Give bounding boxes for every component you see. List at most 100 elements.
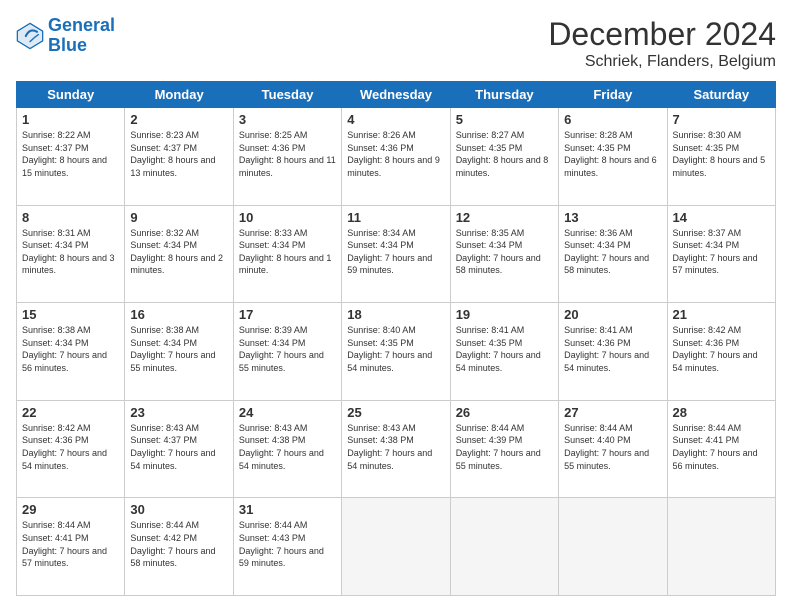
day-cell: 22 Sunrise: 8:42 AM Sunset: 4:36 PM Dayl… bbox=[17, 400, 125, 498]
day-cell: 23 Sunrise: 8:43 AM Sunset: 4:37 PM Dayl… bbox=[125, 400, 233, 498]
day-cell: 7 Sunrise: 8:30 AM Sunset: 4:35 PM Dayli… bbox=[667, 108, 775, 206]
day-info: Sunrise: 8:27 AM Sunset: 4:35 PM Dayligh… bbox=[456, 129, 553, 179]
logo-line1: General bbox=[48, 15, 115, 35]
day-info: Sunrise: 8:32 AM Sunset: 4:34 PM Dayligh… bbox=[130, 227, 227, 277]
day-info: Sunrise: 8:36 AM Sunset: 4:34 PM Dayligh… bbox=[564, 227, 661, 277]
day-cell: 1 Sunrise: 8:22 AM Sunset: 4:37 PM Dayli… bbox=[17, 108, 125, 206]
logo-text: General Blue bbox=[48, 16, 115, 56]
day-info: Sunrise: 8:43 AM Sunset: 4:37 PM Dayligh… bbox=[130, 422, 227, 472]
day-number: 23 bbox=[130, 405, 227, 420]
day-cell: 4 Sunrise: 8:26 AM Sunset: 4:36 PM Dayli… bbox=[342, 108, 450, 206]
day-info: Sunrise: 8:33 AM Sunset: 4:34 PM Dayligh… bbox=[239, 227, 336, 277]
header: General Blue December 2024 Schriek, Flan… bbox=[16, 16, 776, 71]
page: General Blue December 2024 Schriek, Flan… bbox=[0, 0, 792, 612]
day-cell: 31 Sunrise: 8:44 AM Sunset: 4:43 PM Dayl… bbox=[233, 498, 341, 596]
day-info: Sunrise: 8:35 AM Sunset: 4:34 PM Dayligh… bbox=[456, 227, 553, 277]
day-header-friday: Friday bbox=[559, 82, 667, 108]
day-cell: 6 Sunrise: 8:28 AM Sunset: 4:35 PM Dayli… bbox=[559, 108, 667, 206]
day-cell: 15 Sunrise: 8:38 AM Sunset: 4:34 PM Dayl… bbox=[17, 303, 125, 401]
calendar: SundayMondayTuesdayWednesdayThursdayFrid… bbox=[16, 81, 776, 596]
day-info: Sunrise: 8:44 AM Sunset: 4:43 PM Dayligh… bbox=[239, 519, 336, 569]
day-number: 16 bbox=[130, 307, 227, 322]
day-number: 22 bbox=[22, 405, 119, 420]
day-cell: 30 Sunrise: 8:44 AM Sunset: 4:42 PM Dayl… bbox=[125, 498, 233, 596]
day-header-thursday: Thursday bbox=[450, 82, 558, 108]
day-info: Sunrise: 8:44 AM Sunset: 4:41 PM Dayligh… bbox=[22, 519, 119, 569]
week-row-2: 8 Sunrise: 8:31 AM Sunset: 4:34 PM Dayli… bbox=[17, 205, 776, 303]
day-info: Sunrise: 8:39 AM Sunset: 4:34 PM Dayligh… bbox=[239, 324, 336, 374]
day-info: Sunrise: 8:22 AM Sunset: 4:37 PM Dayligh… bbox=[22, 129, 119, 179]
day-info: Sunrise: 8:26 AM Sunset: 4:36 PM Dayligh… bbox=[347, 129, 444, 179]
day-number: 26 bbox=[456, 405, 553, 420]
day-number: 9 bbox=[130, 210, 227, 225]
day-cell: 11 Sunrise: 8:34 AM Sunset: 4:34 PM Dayl… bbox=[342, 205, 450, 303]
day-number: 2 bbox=[130, 112, 227, 127]
day-info: Sunrise: 8:43 AM Sunset: 4:38 PM Dayligh… bbox=[239, 422, 336, 472]
day-info: Sunrise: 8:42 AM Sunset: 4:36 PM Dayligh… bbox=[673, 324, 770, 374]
day-header-saturday: Saturday bbox=[667, 82, 775, 108]
day-info: Sunrise: 8:23 AM Sunset: 4:37 PM Dayligh… bbox=[130, 129, 227, 179]
day-number: 12 bbox=[456, 210, 553, 225]
day-cell: 13 Sunrise: 8:36 AM Sunset: 4:34 PM Dayl… bbox=[559, 205, 667, 303]
day-info: Sunrise: 8:44 AM Sunset: 4:39 PM Dayligh… bbox=[456, 422, 553, 472]
day-info: Sunrise: 8:37 AM Sunset: 4:34 PM Dayligh… bbox=[673, 227, 770, 277]
day-cell: 28 Sunrise: 8:44 AM Sunset: 4:41 PM Dayl… bbox=[667, 400, 775, 498]
day-info: Sunrise: 8:44 AM Sunset: 4:41 PM Dayligh… bbox=[673, 422, 770, 472]
day-info: Sunrise: 8:40 AM Sunset: 4:35 PM Dayligh… bbox=[347, 324, 444, 374]
day-cell: 25 Sunrise: 8:43 AM Sunset: 4:38 PM Dayl… bbox=[342, 400, 450, 498]
day-number: 21 bbox=[673, 307, 770, 322]
week-row-3: 15 Sunrise: 8:38 AM Sunset: 4:34 PM Dayl… bbox=[17, 303, 776, 401]
day-cell: 27 Sunrise: 8:44 AM Sunset: 4:40 PM Dayl… bbox=[559, 400, 667, 498]
day-cell: 3 Sunrise: 8:25 AM Sunset: 4:36 PM Dayli… bbox=[233, 108, 341, 206]
day-cell: 24 Sunrise: 8:43 AM Sunset: 4:38 PM Dayl… bbox=[233, 400, 341, 498]
day-cell: 21 Sunrise: 8:42 AM Sunset: 4:36 PM Dayl… bbox=[667, 303, 775, 401]
calendar-header-row: SundayMondayTuesdayWednesdayThursdayFrid… bbox=[17, 82, 776, 108]
logo: General Blue bbox=[16, 16, 115, 56]
day-number: 29 bbox=[22, 502, 119, 517]
day-cell: 8 Sunrise: 8:31 AM Sunset: 4:34 PM Dayli… bbox=[17, 205, 125, 303]
day-number: 25 bbox=[347, 405, 444, 420]
day-cell: 14 Sunrise: 8:37 AM Sunset: 4:34 PM Dayl… bbox=[667, 205, 775, 303]
day-number: 8 bbox=[22, 210, 119, 225]
day-info: Sunrise: 8:34 AM Sunset: 4:34 PM Dayligh… bbox=[347, 227, 444, 277]
day-cell bbox=[559, 498, 667, 596]
day-info: Sunrise: 8:41 AM Sunset: 4:36 PM Dayligh… bbox=[564, 324, 661, 374]
day-number: 31 bbox=[239, 502, 336, 517]
day-header-tuesday: Tuesday bbox=[233, 82, 341, 108]
day-info: Sunrise: 8:31 AM Sunset: 4:34 PM Dayligh… bbox=[22, 227, 119, 277]
day-number: 19 bbox=[456, 307, 553, 322]
day-number: 18 bbox=[347, 307, 444, 322]
day-number: 4 bbox=[347, 112, 444, 127]
day-cell: 2 Sunrise: 8:23 AM Sunset: 4:37 PM Dayli… bbox=[125, 108, 233, 206]
week-row-5: 29 Sunrise: 8:44 AM Sunset: 4:41 PM Dayl… bbox=[17, 498, 776, 596]
week-row-1: 1 Sunrise: 8:22 AM Sunset: 4:37 PM Dayli… bbox=[17, 108, 776, 206]
day-header-monday: Monday bbox=[125, 82, 233, 108]
day-cell: 17 Sunrise: 8:39 AM Sunset: 4:34 PM Dayl… bbox=[233, 303, 341, 401]
main-title: December 2024 bbox=[548, 16, 776, 53]
day-number: 30 bbox=[130, 502, 227, 517]
day-number: 7 bbox=[673, 112, 770, 127]
day-cell: 20 Sunrise: 8:41 AM Sunset: 4:36 PM Dayl… bbox=[559, 303, 667, 401]
logo-line2: Blue bbox=[48, 36, 115, 56]
day-cell: 5 Sunrise: 8:27 AM Sunset: 4:35 PM Dayli… bbox=[450, 108, 558, 206]
day-cell: 16 Sunrise: 8:38 AM Sunset: 4:34 PM Dayl… bbox=[125, 303, 233, 401]
day-info: Sunrise: 8:42 AM Sunset: 4:36 PM Dayligh… bbox=[22, 422, 119, 472]
day-header-wednesday: Wednesday bbox=[342, 82, 450, 108]
day-cell: 19 Sunrise: 8:41 AM Sunset: 4:35 PM Dayl… bbox=[450, 303, 558, 401]
day-info: Sunrise: 8:41 AM Sunset: 4:35 PM Dayligh… bbox=[456, 324, 553, 374]
day-info: Sunrise: 8:25 AM Sunset: 4:36 PM Dayligh… bbox=[239, 129, 336, 179]
day-number: 15 bbox=[22, 307, 119, 322]
day-info: Sunrise: 8:28 AM Sunset: 4:35 PM Dayligh… bbox=[564, 129, 661, 179]
day-cell: 26 Sunrise: 8:44 AM Sunset: 4:39 PM Dayl… bbox=[450, 400, 558, 498]
day-info: Sunrise: 8:30 AM Sunset: 4:35 PM Dayligh… bbox=[673, 129, 770, 179]
day-number: 1 bbox=[22, 112, 119, 127]
day-number: 5 bbox=[456, 112, 553, 127]
day-number: 28 bbox=[673, 405, 770, 420]
day-number: 24 bbox=[239, 405, 336, 420]
day-cell: 18 Sunrise: 8:40 AM Sunset: 4:35 PM Dayl… bbox=[342, 303, 450, 401]
day-number: 11 bbox=[347, 210, 444, 225]
day-number: 17 bbox=[239, 307, 336, 322]
day-info: Sunrise: 8:38 AM Sunset: 4:34 PM Dayligh… bbox=[130, 324, 227, 374]
day-number: 13 bbox=[564, 210, 661, 225]
day-number: 6 bbox=[564, 112, 661, 127]
